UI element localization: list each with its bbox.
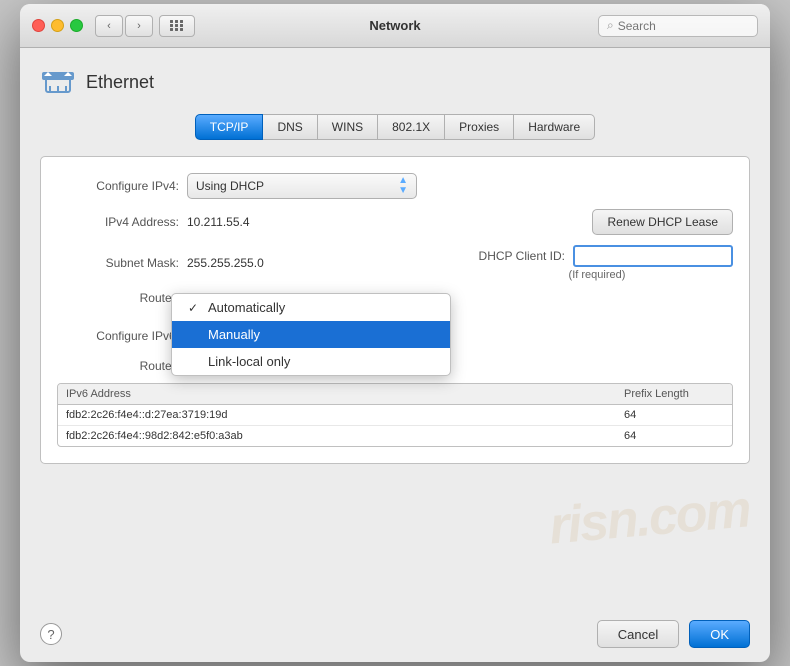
router-ipv6-label: Router: xyxy=(57,359,187,373)
ethernet-icon xyxy=(40,64,76,100)
configure-ipv4-value: Using DHCP xyxy=(196,179,394,193)
ipv4-address-value: 10.211.55.4 xyxy=(187,215,250,229)
traffic-lights xyxy=(32,19,83,32)
configure-ipv6-dropdown: ✓ Automatically Manually Link-local only xyxy=(171,293,451,376)
subnet-mask-row: Subnet Mask: 255.255.255.0 DHCP Client I… xyxy=(57,245,733,281)
ipv6-row-0[interactable]: fdb2:2c26:f4e4::d:27ea:3719:19d 64 xyxy=(58,405,732,426)
ipv4-address-row: IPv4 Address: 10.211.55.4 Renew DHCP Lea… xyxy=(57,209,733,235)
close-button[interactable] xyxy=(32,19,45,32)
minimize-button[interactable] xyxy=(51,19,64,32)
back-button[interactable]: ‹ xyxy=(95,15,123,37)
ethernet-label: Ethernet xyxy=(86,72,154,93)
main-window: ‹ › Network ⌕ xyxy=(20,4,770,662)
tab-proxies[interactable]: Proxies xyxy=(445,114,514,140)
search-icon: ⌕ xyxy=(607,18,614,33)
ipv6-prefix-0: 64 xyxy=(624,409,724,421)
subnet-mask-label: Subnet Mask: xyxy=(57,256,187,270)
dhcp-client-id-input[interactable] xyxy=(573,245,733,267)
ok-button[interactable]: OK xyxy=(689,620,750,648)
tab-8021x[interactable]: 802.1X xyxy=(378,114,445,140)
ethernet-header: Ethernet xyxy=(40,64,750,100)
subnet-mask-value: 255.255.255.0 xyxy=(187,256,264,270)
dropdown-item-automatically[interactable]: ✓ Automatically xyxy=(172,294,450,321)
renew-dhcp-button[interactable]: Renew DHCP Lease xyxy=(592,209,733,235)
window-title: Network xyxy=(369,18,420,33)
tab-hardware[interactable]: Hardware xyxy=(514,114,595,140)
tabs-bar: TCP/IP DNS WINS 802.1X Proxies Hardware xyxy=(40,114,750,140)
bottom-bar: ? Cancel OK xyxy=(20,608,770,662)
help-button[interactable]: ? xyxy=(40,623,62,645)
bottom-right-buttons: Cancel OK xyxy=(597,620,750,648)
dhcp-client-id-row: DHCP Client ID: xyxy=(479,245,733,267)
cancel-button[interactable]: Cancel xyxy=(597,620,679,648)
ipv6-col-prefix-header: Prefix Length xyxy=(624,388,724,400)
tab-dns[interactable]: DNS xyxy=(263,114,317,140)
ipv4-address-label: IPv4 Address: xyxy=(57,215,187,229)
grid-button[interactable] xyxy=(159,15,195,37)
form-area: Configure IPv4: Using DHCP ▲▼ IPv4 Addre… xyxy=(40,156,750,464)
tab-wins[interactable]: WINS xyxy=(318,114,378,140)
configure-ipv4-label: Configure IPv4: xyxy=(57,179,187,193)
grid-icon xyxy=(170,20,184,31)
fullscreen-button[interactable] xyxy=(70,19,83,32)
configure-ipv4-select[interactable]: Using DHCP ▲▼ xyxy=(187,173,417,199)
search-input[interactable] xyxy=(618,19,749,33)
tab-tcpip[interactable]: TCP/IP xyxy=(195,114,264,140)
configure-ipv6-label: Configure IPv6: xyxy=(57,329,187,343)
search-box[interactable]: ⌕ xyxy=(598,15,758,37)
ipv6-addr-0: fdb2:2c26:f4e4::d:27ea:3719:19d xyxy=(66,409,624,421)
checkmark-icon: ✓ xyxy=(188,301,204,315)
forward-button[interactable]: › xyxy=(125,15,153,37)
ipv6-row-1[interactable]: fdb2:2c26:f4e4::98d2:842:e5f0:a3ab 64 xyxy=(58,426,732,446)
ipv6-col-addr-header: IPv6 Address xyxy=(66,388,624,400)
ipv6-table-header: IPv6 Address Prefix Length xyxy=(58,384,732,405)
titlebar: ‹ › Network ⌕ xyxy=(20,4,770,48)
ipv6-prefix-1: 64 xyxy=(624,430,724,442)
content-area: Ethernet TCP/IP DNS WINS 802.1X Proxies … xyxy=(20,48,770,608)
router-label: Router: xyxy=(57,291,187,305)
ipv6-addr-1: fdb2:2c26:f4e4::98d2:842:e5f0:a3ab xyxy=(66,430,624,442)
ipv6-table: IPv6 Address Prefix Length fdb2:2c26:f4e… xyxy=(57,383,733,447)
select-arrows-icon: ▲▼ xyxy=(398,176,408,196)
dhcp-client-id-label: DHCP Client ID: xyxy=(479,249,565,263)
dhcp-hint: (If required) xyxy=(569,269,626,281)
configure-ipv4-row: Configure IPv4: Using DHCP ▲▼ xyxy=(57,173,733,199)
nav-buttons: ‹ › xyxy=(95,15,153,37)
dropdown-item-manually[interactable]: Manually xyxy=(172,321,450,348)
dropdown-item-link-local[interactable]: Link-local only xyxy=(172,348,450,375)
watermark: risn.com xyxy=(547,479,752,556)
